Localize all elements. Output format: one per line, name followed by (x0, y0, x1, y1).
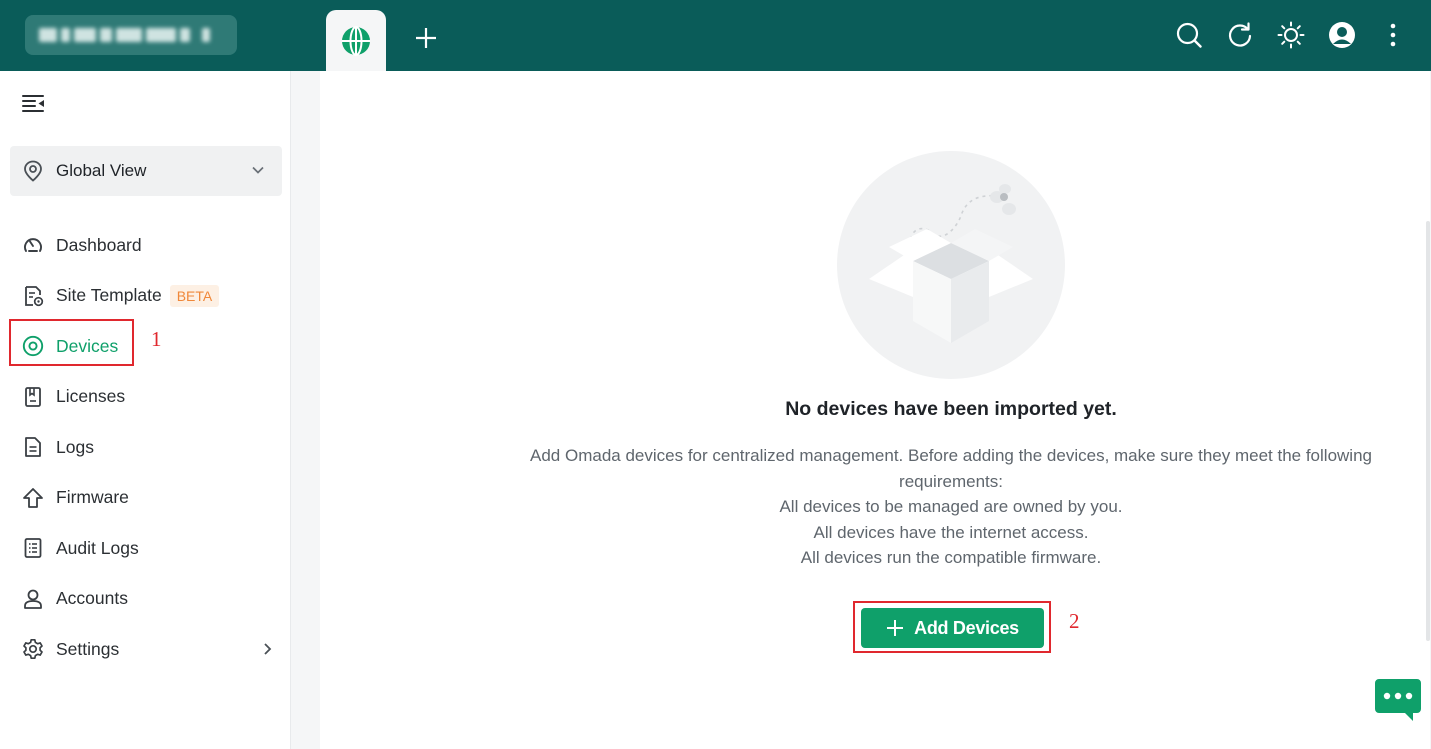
toolbar-icons (1172, 17, 1409, 53)
sidebar-item-licenses[interactable]: Licenses (0, 372, 290, 423)
sidebar-item-label: Settings (56, 638, 120, 659)
chat-support-button[interactable] (1375, 679, 1421, 721)
dashboard-icon (22, 234, 44, 256)
scrollbar[interactable] (1426, 221, 1430, 641)
plus-icon (886, 619, 904, 637)
empty-state-illustration (837, 151, 1065, 379)
user-avatar-button[interactable] (1325, 17, 1358, 53)
theme-toggle-button[interactable] (1274, 17, 1307, 53)
empty-state-description: Add Omada devices for centralized manage… (530, 443, 1372, 571)
empty-desc-line: All devices have the internet access. (813, 522, 1089, 542)
sidebar-item-logs[interactable]: Logs (0, 422, 290, 473)
organization-name-blurred[interactable] (25, 15, 237, 55)
search-icon (1176, 22, 1202, 48)
sidebar-item-label: Licenses (56, 386, 126, 407)
add-devices-button[interactable]: Add Devices (861, 608, 1044, 648)
globe-icon (342, 25, 370, 56)
add-tab-button[interactable] (406, 18, 446, 58)
sidebar-item-audit-logs[interactable]: Audit Logs (0, 523, 290, 574)
chevron-down-icon (252, 166, 264, 174)
callout-step-2: 2 (1069, 609, 1080, 633)
chat-bubble-icon (1375, 679, 1421, 721)
sidebar-item-dashboard[interactable]: Dashboard (0, 220, 290, 271)
top-bar (0, 0, 1431, 71)
settings-icon (22, 638, 44, 660)
sidebar-item-accounts[interactable]: Accounts (0, 574, 290, 625)
more-menu-button[interactable] (1376, 17, 1409, 53)
sidebar-item-label: Site Template (56, 285, 162, 306)
blurred-text (39, 28, 210, 42)
empty-desc-line: All devices run the compatible firmware. (800, 548, 1102, 567)
site-selector[interactable]: Global View (10, 146, 282, 196)
refresh-button[interactable] (1223, 17, 1256, 53)
beta-badge: BETA (169, 284, 220, 307)
sidebar-item-firmware[interactable]: Firmware (0, 473, 290, 524)
location-pin-icon (24, 160, 42, 182)
collapse-sidebar-button[interactable] (20, 91, 46, 115)
empty-box-icon (869, 184, 1033, 343)
empty-desc-line: All devices to be managed are owned by y… (779, 497, 1123, 516)
site-template-icon (22, 285, 44, 307)
empty-desc-line: Add Omada devices for centralized manage… (530, 446, 1372, 491)
devices-icon (22, 335, 44, 357)
tab-global-view[interactable] (326, 10, 386, 71)
sidebar-item-devices[interactable]: Devices (0, 321, 290, 372)
plus-icon (416, 28, 436, 48)
sidebar-item-label: Audit Logs (56, 537, 139, 558)
sidebar-item-site-template[interactable]: Site Template BETA (0, 271, 290, 322)
sidebar-item-label: Logs (56, 436, 94, 457)
main-content: No devices have been imported yet. Add O… (320, 71, 1430, 749)
callout-step-1: 1 (151, 327, 162, 351)
empty-state-title: No devices have been imported yet. (785, 398, 1117, 420)
sidebar-nav: Dashboard Site Template BETA Devices Lic… (0, 220, 290, 675)
audit-logs-icon (22, 537, 44, 559)
logs-icon (22, 436, 44, 458)
sidebar-item-label: Accounts (56, 588, 128, 609)
firmware-icon (22, 487, 44, 509)
sidebar: Global View Dashboard Site Template BETA… (0, 71, 291, 749)
collapse-menu-icon (22, 95, 44, 112)
search-button[interactable] (1172, 17, 1205, 53)
chevron-right-icon (264, 643, 272, 655)
add-devices-label: Add Devices (914, 617, 1019, 638)
sidebar-item-label: Firmware (56, 487, 129, 508)
sidebar-item-label: Dashboard (56, 234, 142, 255)
sidebar-item-settings[interactable]: Settings (0, 624, 290, 675)
avatar (1328, 22, 1355, 48)
accounts-icon (22, 588, 44, 610)
more-vertical-icon (1390, 23, 1395, 47)
licenses-icon (22, 386, 44, 408)
site-selector-label: Global View (56, 161, 147, 180)
sidebar-item-label: Devices (56, 335, 119, 356)
refresh-icon (1228, 22, 1251, 47)
sun-icon (1277, 21, 1304, 49)
